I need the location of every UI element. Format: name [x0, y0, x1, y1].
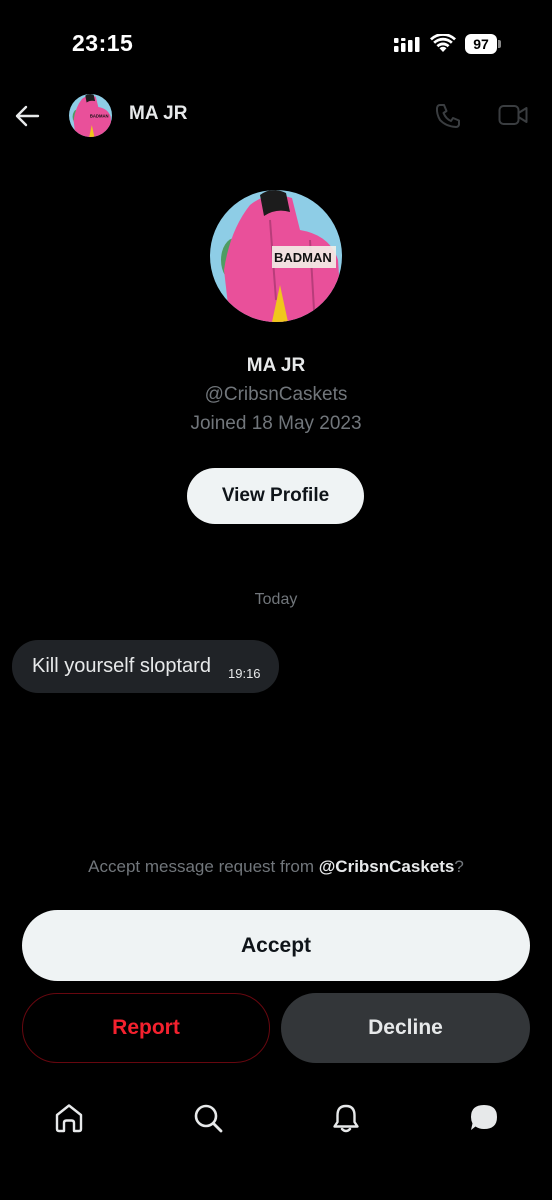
profile-handle: @CribsnCaskets	[204, 384, 348, 405]
message-time: 19:16	[228, 666, 261, 681]
request-handle: @CribsnCaskets	[318, 857, 455, 876]
profile-name: MA JR	[246, 355, 306, 376]
status-time: 23:15	[72, 30, 134, 56]
notifications-icon[interactable]	[330, 1102, 362, 1134]
phone-call-icon[interactable]	[434, 102, 462, 130]
search-icon[interactable]	[192, 1102, 224, 1134]
accept-button[interactable]: Accept	[22, 910, 530, 981]
home-icon[interactable]	[53, 1102, 85, 1134]
message-text: Kill yourself sloptard	[32, 655, 211, 677]
decline-button[interactable]: Decline	[281, 993, 530, 1063]
profile-joined-date: Joined 18 May 2023	[190, 413, 362, 434]
cellular-signal-icon	[394, 37, 420, 52]
wifi-icon	[430, 34, 456, 52]
shirt-text: BADMAN	[274, 250, 332, 265]
report-button[interactable]: Report	[22, 993, 270, 1063]
battery-icon: 97	[465, 34, 501, 54]
messages-icon[interactable]	[468, 1102, 500, 1134]
profile-avatar[interactable]: BADMAN	[210, 190, 342, 322]
video-call-icon[interactable]	[498, 102, 528, 128]
battery-level: 97	[473, 36, 489, 52]
header-avatar[interactable]: BADMAN	[69, 94, 112, 137]
date-separator: Today	[254, 591, 298, 608]
message-bubble[interactable]: Kill yourself sloptard 19:16	[12, 640, 279, 693]
header-name: MA JR	[129, 103, 188, 124]
view-profile-button[interactable]: View Profile	[187, 468, 364, 524]
message-request-prompt: Accept message request from @CribsnCaske…	[0, 857, 552, 877]
shirt-text: BADMAN	[90, 113, 109, 118]
request-prefix: Accept message request from	[88, 857, 319, 876]
request-suffix: ?	[454, 857, 464, 876]
back-arrow-icon[interactable]	[14, 103, 40, 129]
